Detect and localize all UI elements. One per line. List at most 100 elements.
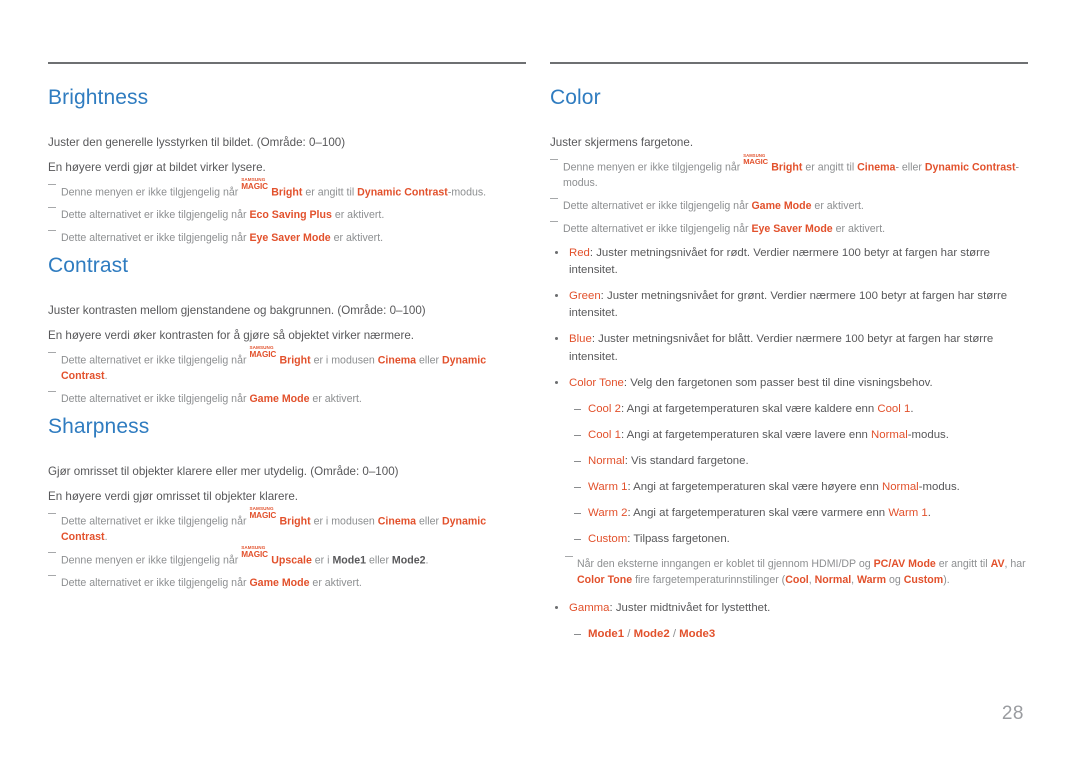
manual-page: Brightness Juster den generelle lysstyrk… [0, 0, 1080, 763]
note-term-1: Bright [771, 161, 803, 174]
note-text-post: . [104, 370, 108, 383]
samsung-magic-logo: SAMSUNG MAGIC [249, 506, 279, 525]
sub-dash-icon [574, 461, 581, 463]
sub-dash-icon [574, 634, 581, 636]
note-term-1: Bright [271, 186, 303, 199]
bullet-dot-icon [555, 251, 558, 255]
left-column: Brightness Juster den generelle lysstyrk… [48, 62, 526, 599]
color-note-3: Dette alternativet er ikke tilgjengelig … [550, 221, 1028, 238]
page-number: 28 [1001, 703, 1024, 724]
column-rule-left [48, 62, 526, 64]
color-bullet-gamma: Gamma: Juster midtnivået for lystetthet. [550, 600, 1028, 617]
bullet-text: : Velg den fargetonen som passer best ti… [623, 376, 933, 389]
note-dash-icon [550, 158, 558, 161]
color-bullet-red: Red: Juster metningsnivået for rødt. Ver… [550, 245, 1028, 279]
note-dash-icon [48, 575, 56, 577]
sharpness-note-2: Denne menyen er ikke tilgjengelig når SA… [48, 545, 526, 569]
bullet-dot-icon [555, 606, 558, 610]
bullet-term: Red [569, 247, 590, 260]
bullet-dot-icon [555, 337, 558, 341]
note-text-pre: Dette alternativet er ikke tilgjengelig … [61, 577, 250, 590]
note-term-2: Mode1 [332, 554, 367, 567]
note-term-cool: Cool [785, 574, 809, 587]
note-text-mid: er i modusen [310, 515, 378, 528]
color-bullet-green: Green: Juster metningsnivået for grønt. … [550, 288, 1028, 322]
option-post: -modus. [907, 428, 949, 441]
option-term: Warm 1 [588, 481, 628, 494]
bullet-term: Green [569, 290, 601, 303]
note-text-pre: Dette alternativet er ikke tilgjengelig … [563, 200, 752, 213]
bullet-term: Color Tone [569, 376, 624, 389]
note-part-3: , har [1004, 558, 1026, 571]
note-dash-icon [48, 183, 56, 186]
option-post: . [910, 402, 914, 415]
gamma-separator-2: / [669, 628, 680, 641]
contrast-note-1: Dette alternativet er ikke tilgjengelig … [48, 345, 526, 385]
note-term-color-tone: Color Tone [577, 574, 633, 587]
note-text-pre: Dette alternativet er ikke tilgjengelig … [61, 515, 250, 528]
note-text-mid: er i [311, 554, 333, 567]
note-text-pre: Dette alternativet er ikke tilgjengelig … [61, 393, 250, 406]
note-term-1: Upscale [271, 554, 312, 567]
sub-dash-icon [574, 539, 581, 541]
note-text-mid-2: - eller [895, 161, 925, 174]
note-dash-icon [550, 221, 558, 223]
note-text-pre: Dette alternativet er ikke tilgjengelig … [61, 354, 250, 367]
note-text-post: er aktivert. [832, 223, 886, 236]
bullet-term: Blue [569, 333, 592, 346]
note-text-pre: Denne menyen er ikke tilgjengelig når [563, 161, 744, 174]
sharpness-body-line-2: En høyere verdi gjør omrisset til objekt… [48, 489, 298, 503]
sub-dash-icon [574, 513, 581, 515]
note-text-mid: er angitt til [802, 161, 858, 174]
color-bullet-color-tone: Color Tone: Velg den fargetonen som pass… [550, 375, 1028, 392]
note-term-1: Bright [279, 515, 311, 528]
note-term-1: Bright [279, 354, 311, 367]
note-dash-icon [48, 207, 56, 209]
color-bullet-blue: Blue: Juster metningsnivået for blått. V… [550, 331, 1028, 365]
logo-line-2: MAGIC [241, 181, 268, 191]
gamma-mode-1: Mode1 [588, 628, 625, 641]
note-text-mid: er angitt til [302, 186, 358, 199]
note-part-8: ). [943, 574, 950, 587]
option-ref: Normal [871, 428, 908, 441]
bullet-text: : Juster metningsnivået for blått. Verdi… [569, 333, 994, 363]
option-term: Warm 2 [588, 507, 628, 520]
note-text-mid: er i modusen [310, 354, 378, 367]
bullet-dot-icon [555, 294, 558, 298]
color-tone-option-custom: Custom: Tilpass fargetonen. [550, 531, 1028, 548]
color-external-input-note: Når den eksterne inngangen er koblet til… [550, 556, 1028, 589]
brightness-body-line-2: En høyere verdi gjør at bildet virker ly… [48, 160, 266, 174]
note-term-2: Dynamic Contrast [357, 186, 448, 199]
note-term-pc-av-mode: PC/AV Mode [873, 558, 936, 571]
note-text-mid-2: eller [366, 554, 392, 567]
note-text-pre: Dette alternativet er ikke tilgjengelig … [563, 223, 752, 236]
note-text-pre: Denne menyen er ikke tilgjengelig når [61, 186, 242, 199]
note-term-3: Mode2 [391, 554, 426, 567]
color-body-line-1: Juster skjermens fargetone. [550, 136, 694, 150]
option-term: Normal [588, 455, 625, 468]
note-term-2: Cinema [377, 515, 417, 528]
samsung-magic-logo: SAMSUNG MAGIC [249, 345, 279, 364]
note-dash-icon [48, 230, 56, 232]
contrast-body-line-1: Juster kontrasten mellom gjenstandene og… [48, 304, 426, 318]
note-term-1: Game Mode [751, 200, 812, 213]
note-text-post: -modus. [447, 186, 487, 199]
note-text-post: er aktivert. [811, 200, 864, 213]
brightness-note-2: Dette alternativet er ikke tilgjengelig … [48, 207, 526, 224]
gamma-modes: Mode1 / Mode2 / Mode3 [550, 626, 1028, 643]
logo-line-2: MAGIC [743, 157, 769, 167]
color-tone-option-normal: Normal: Vis standard fargetone. [550, 453, 1028, 470]
option-text: : Angi at fargetemperaturen skal være ka… [620, 402, 878, 415]
option-text: : Angi at fargetemperaturen skal være hø… [627, 481, 882, 494]
note-term-av: AV [990, 558, 1005, 571]
color-note-1: Denne menyen er ikke tilgjengelig når SA… [550, 153, 1028, 192]
brightness-body-line-1: Juster den generelle lysstyrken til bild… [48, 136, 346, 150]
option-ref: Warm 1 [888, 507, 928, 520]
logo-line-2: MAGIC [249, 510, 277, 520]
note-text-post: . [104, 531, 108, 544]
note-dash-icon [48, 391, 56, 393]
sharpness-note-3: Dette alternativet er ikke tilgjengelig … [48, 575, 526, 592]
section-title-sharpness: Sharpness [48, 414, 150, 438]
note-part-4: fire fargetemperaturinnstilinger ( [632, 574, 786, 587]
samsung-magic-logo: SAMSUNG MAGIC [241, 177, 271, 196]
